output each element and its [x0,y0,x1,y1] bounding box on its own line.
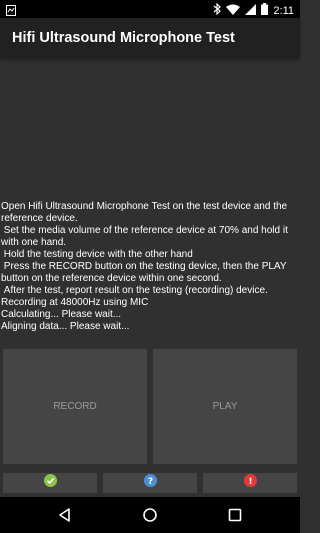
question-icon: ? [143,474,157,492]
record-button-label: RECORD [53,401,97,412]
status-bar: 2:11 [0,0,300,18]
play-button-label: PLAY [212,401,238,412]
instruction-line: Open Hifi Ultrasound Microphone Test on … [1,201,290,224]
svg-text:!: ! [248,477,252,487]
instruction-line: Calculating... Please wait... [1,309,122,320]
info-button[interactable]: ? [103,473,197,493]
page-title: Hifi Ultrasound Microphone Test [12,30,235,46]
record-button[interactable]: RECORD [3,349,147,464]
instruction-line: Set the media volume of the reference de… [1,225,291,248]
instruction-line: After the test, report result on the tes… [1,285,268,296]
instruction-line: Hold the testing device with the other h… [1,249,193,260]
fail-button[interactable]: ! [203,473,297,493]
recents-icon[interactable] [227,507,243,523]
pass-button[interactable] [3,473,97,493]
instruction-line: Press the RECORD button on the testing d… [1,261,290,284]
instruction-line: Recording at 48000Hz using MIC [1,297,149,308]
back-icon[interactable] [57,507,73,523]
svg-text:?: ? [147,477,152,487]
clock: 2:11 [273,5,294,17]
instruction-line: Aligning data... Please wait... [1,321,130,332]
home-icon[interactable] [142,507,158,523]
app-bar: Hifi Ultrasound Microphone Test [0,18,300,58]
check-icon [43,474,57,492]
play-button[interactable]: PLAY [153,349,297,464]
exclamation-icon: ! [243,474,257,492]
instructions-text: Open Hifi Ultrasound Microphone Test on … [1,201,298,333]
navigation-bar [0,497,300,533]
